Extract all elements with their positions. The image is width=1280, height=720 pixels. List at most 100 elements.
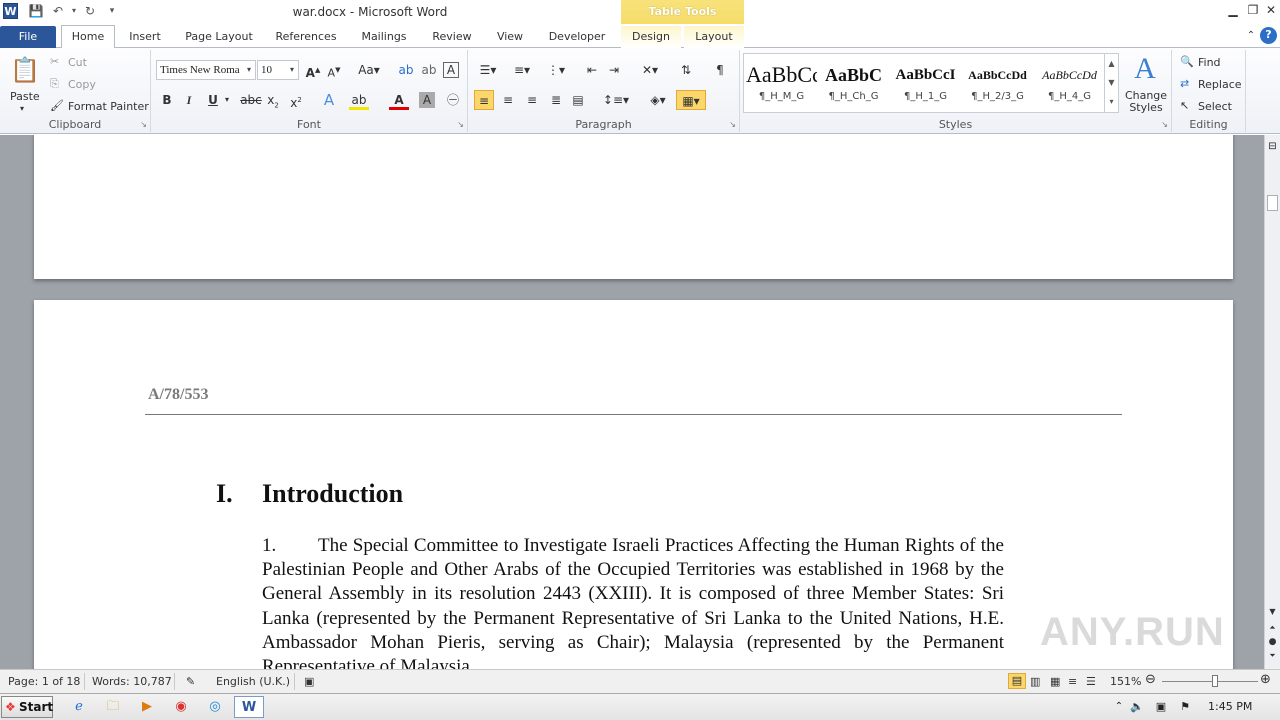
increase-indent-icon[interactable]: ⇥ [604, 60, 624, 80]
print-layout-icon[interactable]: ▤ [1008, 673, 1026, 689]
web-layout-icon[interactable]: ▦ [1050, 675, 1060, 688]
restore-icon[interactable]: ❐ [1244, 2, 1262, 18]
multilevel-list-icon[interactable]: ⋮▾ [542, 60, 570, 80]
zoom-slider-thumb[interactable] [1212, 675, 1218, 687]
borders-icon[interactable]: ▦▾ [676, 90, 706, 110]
text-effects-icon[interactable]: A [319, 90, 339, 110]
media-player-icon[interactable]: ▶ [134, 696, 160, 718]
replace-button[interactable]: Replace [1198, 78, 1242, 91]
tab-file[interactable]: File [0, 26, 56, 48]
ruler-toggle-icon[interactable]: ⊟ [1266, 141, 1279, 155]
font-color-icon[interactable]: A [389, 90, 409, 110]
style-h-1-g[interactable]: AaBbCcI ¶_H_1_G [890, 59, 961, 119]
tab-review[interactable]: Review [424, 26, 480, 48]
cut-button[interactable]: Cut [68, 56, 87, 69]
file-explorer-icon[interactable]: 🗀 [100, 696, 126, 718]
proofing-icon[interactable]: ✎ [186, 675, 195, 688]
distributed-icon[interactable]: ▤ [568, 90, 588, 110]
previous-page-icon[interactable]: ⏶ [1265, 623, 1280, 633]
grow-font-icon[interactable]: A▲ [303, 60, 323, 80]
justify-icon[interactable]: ≣ [546, 90, 566, 110]
tab-insert[interactable]: Insert [121, 26, 169, 48]
edge-icon[interactable]: ◎ [202, 696, 228, 718]
browse-object-icon[interactable]: ● [1265, 637, 1280, 647]
zoom-in-icon[interactable]: ⊕ [1260, 672, 1271, 687]
tab-developer[interactable]: Developer [541, 26, 613, 48]
italic-icon[interactable]: I [179, 90, 199, 110]
font-name-combo[interactable]: Times New Roma ▾ [156, 60, 256, 80]
subscript-icon[interactable]: x2 [263, 90, 283, 110]
volume-icon[interactable]: 🔈 [1124, 696, 1150, 718]
numbering-icon[interactable]: ≡▾ [508, 60, 536, 80]
copy-icon[interactable]: ⎘ [50, 77, 59, 91]
tab-mailings[interactable]: Mailings [352, 26, 416, 48]
vertical-scrollbar[interactable]: ⊟ ▼ ⏶ ● ⏷ [1264, 135, 1280, 669]
chevron-down-icon[interactable]: ▾ [243, 61, 255, 79]
bullets-icon[interactable]: ☰▾ [474, 60, 502, 80]
outline-icon[interactable]: ≡ [1068, 675, 1077, 688]
paste-button[interactable]: Paste [10, 90, 40, 103]
character-border-icon[interactable]: A [443, 62, 459, 78]
line-spacing-icon[interactable]: ↕≡▾ [602, 90, 630, 110]
bold-icon[interactable]: B [157, 90, 177, 110]
show-formatting-icon[interactable]: ¶ [710, 60, 730, 80]
full-screen-reading-icon[interactable]: ▥ [1030, 675, 1040, 688]
select-button[interactable]: Select [1198, 100, 1232, 113]
find-icon[interactable]: 🔍 [1180, 55, 1194, 68]
language[interactable]: English (U.K.) [216, 675, 290, 688]
superscript-icon[interactable]: x2 [286, 90, 306, 110]
network-icon[interactable]: ▣ [1148, 696, 1174, 718]
document-area[interactable]: A/78/553 I. Introduction 1. The Special … [0, 135, 1264, 669]
word-taskbar-icon[interactable]: W [234, 696, 264, 718]
tab-references[interactable]: References [268, 26, 344, 48]
highlight-icon[interactable]: ab [349, 90, 369, 110]
shrink-font-icon[interactable]: A▼ [324, 60, 344, 80]
align-center-icon[interactable]: ≡ [498, 90, 518, 110]
chrome-icon[interactable]: ◉ [168, 696, 194, 718]
clear-formatting-icon[interactable]: ab [396, 60, 416, 80]
align-left-icon[interactable]: ≡ [474, 90, 494, 110]
tab-design[interactable]: Design [621, 26, 681, 48]
replace-icon[interactable]: ⇄ [1180, 77, 1189, 90]
scroll-down-icon[interactable]: ▼ [1265, 607, 1280, 616]
next-page-icon[interactable]: ⏷ [1265, 651, 1280, 661]
page-count[interactable]: Page: 1 of 18 [8, 675, 80, 688]
word-count[interactable]: Words: 10,787 [92, 675, 172, 688]
font-size-combo[interactable]: 10 ▾ [257, 60, 299, 80]
find-button[interactable]: Find [1198, 56, 1221, 69]
style-h-m-g[interactable]: AaBbCc ¶_H_M_G [746, 59, 817, 119]
underline-icon[interactable]: U [203, 90, 223, 110]
tab-view[interactable]: View [488, 26, 532, 48]
sort-icon[interactable]: ⇅ [676, 60, 696, 80]
chevron-down-icon[interactable]: ▾ [286, 61, 298, 79]
cut-icon[interactable]: ✂ [50, 55, 59, 68]
style-h-ch-g[interactable]: AaBbC ¶_H_Ch_G [818, 59, 889, 119]
style-h-2-3-g[interactable]: AaBbCcDd ¶_H_2/3_G [962, 59, 1033, 119]
tab-home[interactable]: Home [61, 25, 115, 49]
body-paragraph[interactable]: 1. The Special Committee to Investigate … [262, 534, 1004, 669]
change-styles-icon[interactable]: A [1128, 52, 1162, 86]
copy-button[interactable]: Copy [68, 78, 96, 91]
styles-launcher-icon[interactable]: ↘ [1161, 120, 1168, 129]
asian-layout-icon[interactable]: ✕▾ [636, 60, 664, 80]
select-icon[interactable]: ↖ [1180, 99, 1189, 112]
character-shading-icon[interactable]: A [419, 92, 435, 108]
macro-recording-icon[interactable]: ▣ [304, 675, 314, 688]
zoom-level[interactable]: 151% [1110, 675, 1141, 688]
clipboard-launcher-icon[interactable]: ↘ [140, 120, 147, 129]
shading-icon[interactable]: ◈▾ [644, 90, 672, 110]
action-center-icon[interactable]: ⚑ [1172, 696, 1198, 718]
font-launcher-icon[interactable]: ↘ [457, 120, 464, 129]
minimize-ribbon-icon[interactable]: ⌃ [1242, 28, 1260, 44]
format-painter-icon[interactable]: 🖌 [50, 99, 64, 112]
gallery-scroll[interactable]: ▲ ▼ ▾ [1104, 54, 1118, 112]
tab-page-layout[interactable]: Page Layout [178, 26, 260, 48]
start-button[interactable]: ❖ Start [1, 696, 53, 718]
underline-dropdown-icon[interactable]: ▾ [221, 90, 233, 110]
enclose-characters-icon[interactable]: ㊀ [443, 90, 463, 110]
page-1[interactable] [34, 135, 1233, 279]
change-styles-button[interactable]: Change Styles [1124, 90, 1168, 114]
decrease-indent-icon[interactable]: ⇤ [582, 60, 602, 80]
format-painter-button[interactable]: Format Painter [68, 100, 149, 113]
paragraph-launcher-icon[interactable]: ↘ [729, 120, 736, 129]
